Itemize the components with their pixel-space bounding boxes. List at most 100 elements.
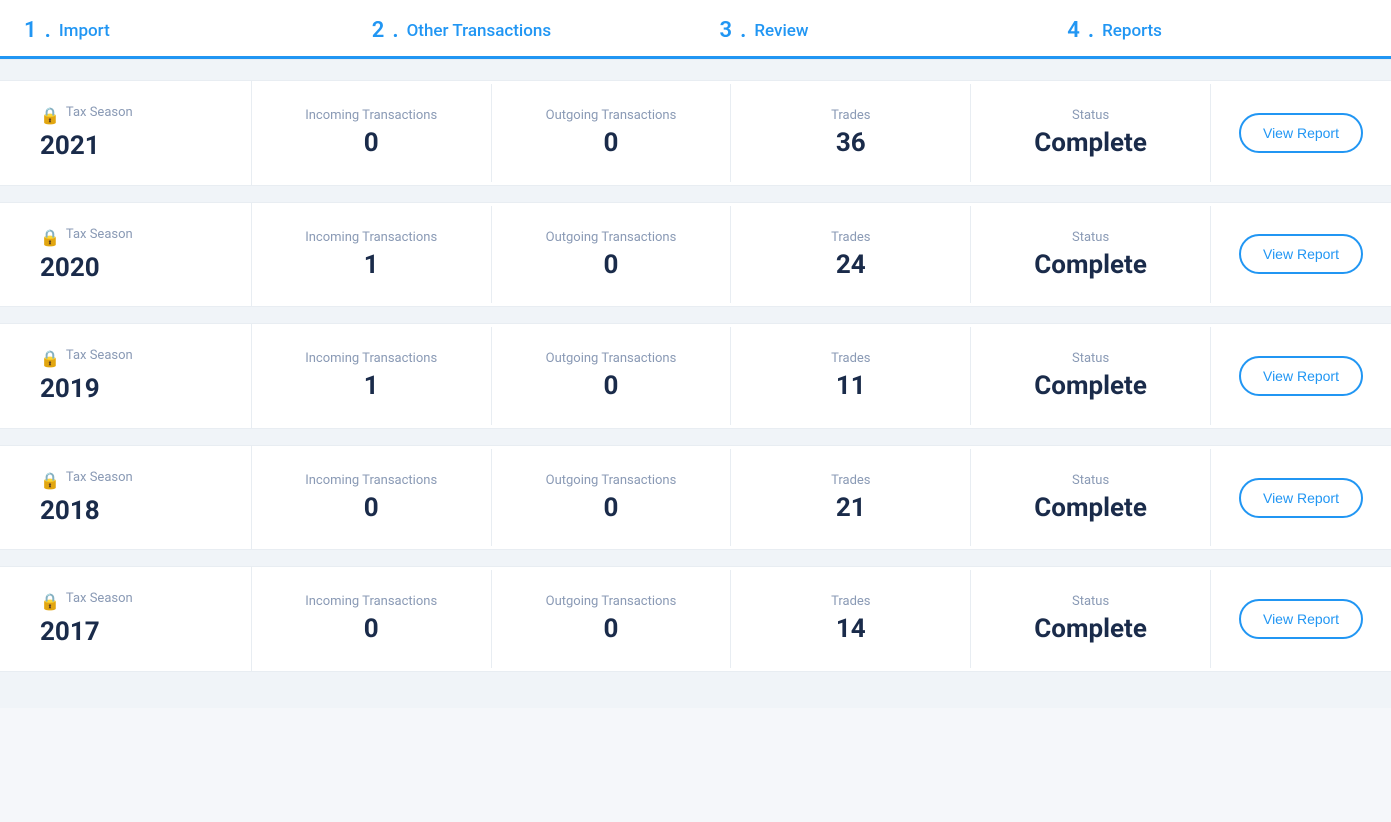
outgoing-label-2017: Outgoing Transactions xyxy=(520,594,703,609)
outgoing-value-2017: 0 xyxy=(520,615,703,644)
outgoing-col-2020: Outgoing Transactions 0 xyxy=(492,206,732,304)
outgoing-label-2018: Outgoing Transactions xyxy=(520,473,703,488)
status-label-2017: Status xyxy=(999,594,1182,609)
view-report-button-2021[interactable]: View Report xyxy=(1239,113,1363,153)
tax-season-label-2019: Tax Season xyxy=(66,348,133,363)
status-value-2017: Complete xyxy=(999,615,1182,644)
status-col-2021: Status Complete xyxy=(971,84,1211,182)
view-report-button-2019[interactable]: View Report xyxy=(1239,356,1363,396)
trades-value-2021: 36 xyxy=(759,129,942,158)
tab-import[interactable]: 1 . Import xyxy=(0,0,348,59)
status-label-2021: Status xyxy=(999,108,1182,123)
trades-label-2021: Trades xyxy=(759,108,942,123)
tab-reports[interactable]: 4 . Reports xyxy=(1043,0,1391,59)
nav-tabs: 1 . Import 2 . Other Transactions 3 . Re… xyxy=(0,0,1391,60)
view-report-button-2017[interactable]: View Report xyxy=(1239,599,1363,639)
status-value-2019: Complete xyxy=(999,372,1182,401)
trades-col-2019: Trades 11 xyxy=(731,327,971,425)
incoming-value-2020: 1 xyxy=(280,251,463,280)
tax-season-label-2017: Tax Season xyxy=(66,591,133,606)
incoming-label-2019: Incoming Transactions xyxy=(280,351,463,366)
outgoing-label-2021: Outgoing Transactions xyxy=(520,108,703,123)
report-row-2019: 🔒 Tax Season 2019 Incoming Transactions … xyxy=(0,323,1391,429)
incoming-label-2020: Incoming Transactions xyxy=(280,230,463,245)
reports-content: 🔒 Tax Season 2021 Incoming Transactions … xyxy=(0,60,1391,708)
outgoing-label-2020: Outgoing Transactions xyxy=(520,230,703,245)
status-col-2017: Status Complete xyxy=(971,570,1211,668)
trades-value-2020: 24 xyxy=(759,251,942,280)
tax-season-value-2018: 2018 xyxy=(40,497,100,526)
incoming-value-2017: 0 xyxy=(280,615,463,644)
report-row-2020: 🔒 Tax Season 2020 Incoming Transactions … xyxy=(0,202,1391,308)
action-col-2020: View Report xyxy=(1211,210,1391,298)
status-col-2018: Status Complete xyxy=(971,449,1211,547)
lock-icon-2019: 🔒 xyxy=(40,349,60,368)
view-report-button-2018[interactable]: View Report xyxy=(1239,478,1363,518)
outgoing-value-2019: 0 xyxy=(520,372,703,401)
trades-value-2017: 14 xyxy=(759,615,942,644)
action-col-2019: View Report xyxy=(1211,332,1391,420)
trades-label-2018: Trades xyxy=(759,473,942,488)
tax-season-label-2021: Tax Season xyxy=(66,105,133,120)
tax-season-value-2017: 2017 xyxy=(40,618,100,647)
trades-label-2020: Trades xyxy=(759,230,942,245)
lock-icon-2021: 🔒 xyxy=(40,106,60,125)
incoming-col-2019: Incoming Transactions 1 xyxy=(252,327,492,425)
trades-col-2018: Trades 21 xyxy=(731,449,971,547)
tax-season-value-2021: 2021 xyxy=(40,132,100,161)
view-report-button-2020[interactable]: View Report xyxy=(1239,234,1363,274)
tab-review-label: Review xyxy=(754,21,808,41)
trades-value-2019: 11 xyxy=(759,372,942,401)
incoming-label-2021: Incoming Transactions xyxy=(280,108,463,123)
outgoing-col-2018: Outgoing Transactions 0 xyxy=(492,449,732,547)
trades-col-2021: Trades 36 xyxy=(731,84,971,182)
outgoing-label-2019: Outgoing Transactions xyxy=(520,351,703,366)
report-row-2018: 🔒 Tax Season 2018 Incoming Transactions … xyxy=(0,445,1391,551)
outgoing-value-2021: 0 xyxy=(520,129,703,158)
incoming-col-2018: Incoming Transactions 0 xyxy=(252,449,492,547)
incoming-label-2018: Incoming Transactions xyxy=(280,473,463,488)
status-col-2019: Status Complete xyxy=(971,327,1211,425)
tab-review-bar xyxy=(696,56,1044,59)
tax-season-label-2018: Tax Season xyxy=(66,470,133,485)
report-row-2017: 🔒 Tax Season 2017 Incoming Transactions … xyxy=(0,566,1391,672)
tax-season-col-2017: 🔒 Tax Season 2017 xyxy=(0,567,252,671)
incoming-label-2017: Incoming Transactions xyxy=(280,594,463,609)
status-value-2021: Complete xyxy=(999,129,1182,158)
report-row-2021: 🔒 Tax Season 2021 Incoming Transactions … xyxy=(0,80,1391,186)
outgoing-col-2017: Outgoing Transactions 0 xyxy=(492,570,732,668)
tab-other-label: Other Transactions xyxy=(407,21,552,41)
incoming-col-2017: Incoming Transactions 0 xyxy=(252,570,492,668)
trades-value-2018: 21 xyxy=(759,494,942,523)
tax-season-label-2020: Tax Season xyxy=(66,227,133,242)
outgoing-value-2018: 0 xyxy=(520,494,703,523)
tab-other-bar xyxy=(348,56,696,59)
trades-label-2017: Trades xyxy=(759,594,942,609)
action-col-2018: View Report xyxy=(1211,454,1391,542)
action-col-2017: View Report xyxy=(1211,575,1391,663)
tab-review[interactable]: 3 . Review xyxy=(696,0,1044,59)
tab-reports-number: 4 xyxy=(1067,18,1080,43)
tax-season-col-2020: 🔒 Tax Season 2020 xyxy=(0,203,252,307)
tab-import-number: 1 xyxy=(24,18,37,43)
tax-season-col-2019: 🔒 Tax Season 2019 xyxy=(0,324,252,428)
trades-col-2020: Trades 24 xyxy=(731,206,971,304)
status-label-2019: Status xyxy=(999,351,1182,366)
trades-col-2017: Trades 14 xyxy=(731,570,971,668)
lock-icon-2020: 🔒 xyxy=(40,228,60,247)
incoming-value-2018: 0 xyxy=(280,494,463,523)
status-label-2020: Status xyxy=(999,230,1182,245)
tab-review-number: 3 xyxy=(720,18,733,43)
tax-season-col-2021: 🔒 Tax Season 2021 xyxy=(0,81,252,185)
tax-season-value-2019: 2019 xyxy=(40,375,100,404)
tab-other-transactions[interactable]: 2 . Other Transactions xyxy=(348,0,696,59)
action-col-2021: View Report xyxy=(1211,89,1391,177)
incoming-value-2021: 0 xyxy=(280,129,463,158)
outgoing-col-2021: Outgoing Transactions 0 xyxy=(492,84,732,182)
incoming-value-2019: 1 xyxy=(280,372,463,401)
outgoing-value-2020: 0 xyxy=(520,251,703,280)
tax-season-col-2018: 🔒 Tax Season 2018 xyxy=(0,446,252,550)
outgoing-col-2019: Outgoing Transactions 0 xyxy=(492,327,732,425)
status-col-2020: Status Complete xyxy=(971,206,1211,304)
tab-reports-bar xyxy=(1043,56,1391,59)
